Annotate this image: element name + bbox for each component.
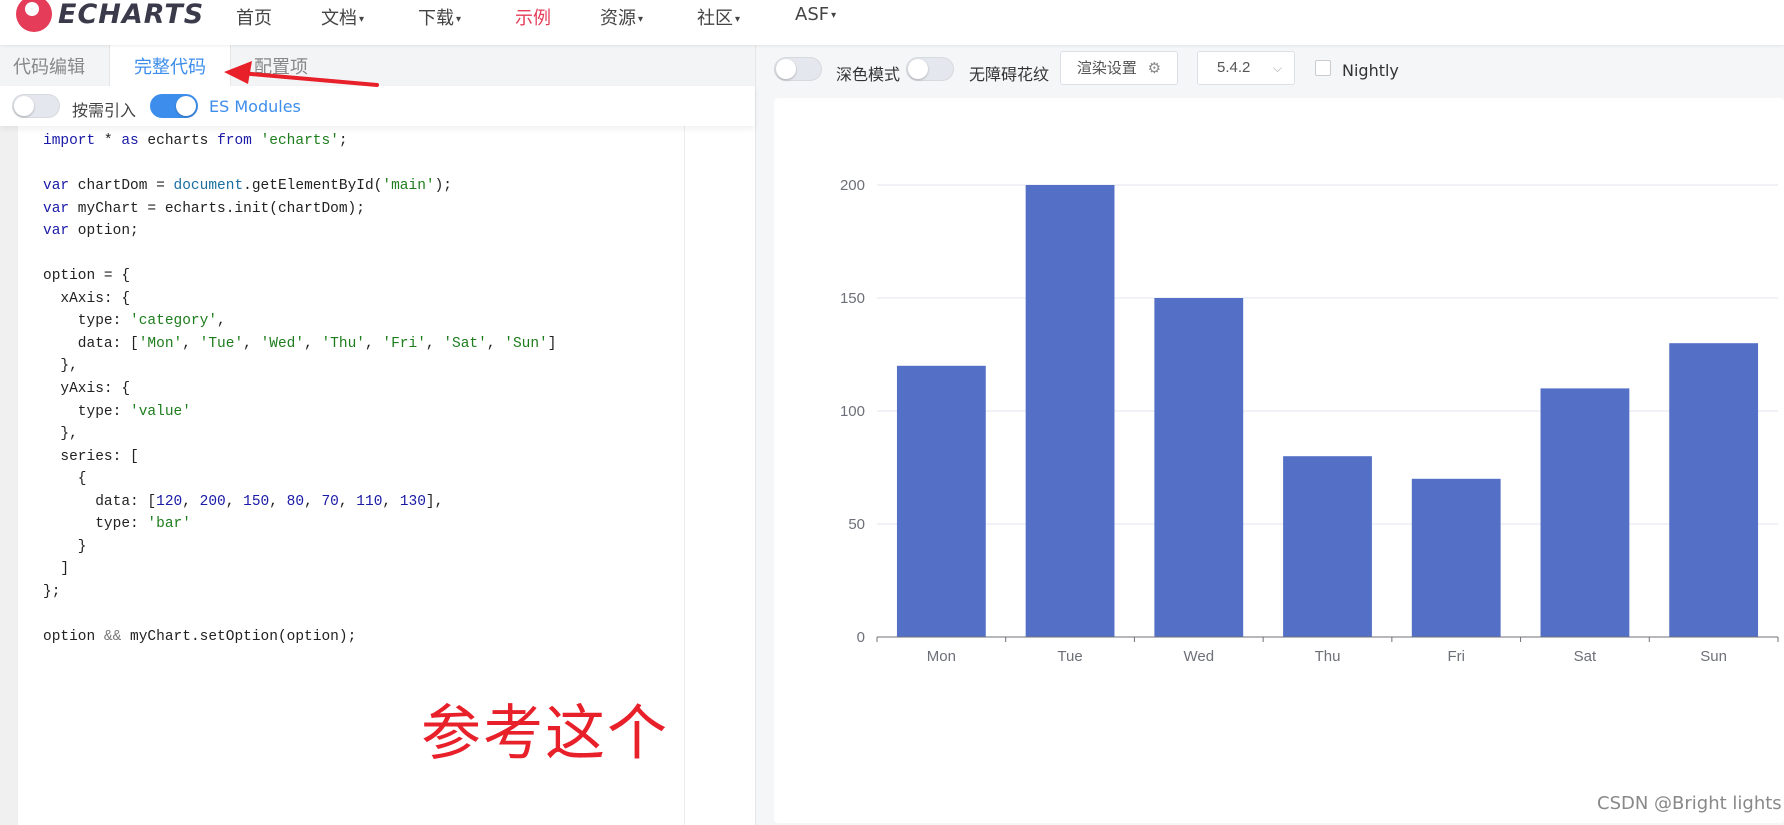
code-line: type: 'bar'	[43, 516, 191, 533]
bar-chart: 0 50 100 150 200 Mon Tue Wed Thu Fri Sat Sun	[840, 177, 1779, 665]
caret-down-icon: ▾	[638, 13, 644, 25]
y-tick-label: 200	[840, 177, 865, 194]
y-tick-label: 150	[840, 290, 865, 307]
echarts-logo[interactable]: ECHARTS	[16, 0, 204, 34]
code-gutter	[0, 126, 18, 825]
caret-down-icon: ▾	[359, 13, 365, 25]
logo-icon	[16, 0, 52, 32]
code-line: xAxis: {	[43, 290, 131, 307]
x-tick-label: Wed	[1183, 648, 1214, 665]
y-tick-label: 0	[857, 629, 865, 646]
nav-item-asf[interactable]: ASF ▾	[795, 4, 836, 25]
accessibility-label: 无障碍花纹	[969, 65, 1050, 84]
code-line: };	[43, 583, 61, 600]
code-line: },	[43, 358, 78, 375]
code-text[interactable]: import * as echarts from 'echarts'; var …	[43, 130, 556, 649]
code-line: data: [120, 200, 150, 80, 70, 110, 130],	[43, 493, 444, 510]
dark-mode-toggle[interactable]	[774, 57, 822, 81]
top-navbar: ECHARTS 首页 文档 ▾ 下载 ▾ 示例 资源 ▾ 社区 ▾ ASF ▾	[0, 0, 1784, 45]
dark-mode-label: 深色模式	[836, 65, 901, 84]
bar-thu	[1283, 456, 1372, 637]
code-line: var option;	[43, 223, 139, 240]
code-line: data: ['Mon', 'Tue', 'Wed', 'Thu', 'Fri'…	[43, 335, 557, 352]
bar-mon	[896, 365, 986, 637]
annotation-text: 参考这个	[421, 699, 669, 769]
nav-item-home[interactable]: 首页	[236, 4, 272, 30]
bar-tue	[1025, 185, 1115, 637]
code-line: import * as echarts from 'echarts';	[43, 133, 348, 149]
code-line: series: [	[43, 448, 139, 465]
editor-panel: 代码编辑 完整代码 配置项 按需引入 ES Modules import * a…	[0, 45, 756, 825]
code-line: },	[43, 426, 78, 443]
caret-down-icon: ▾	[456, 13, 462, 25]
y-tick-label: 50	[848, 516, 865, 533]
on-demand-label: 按需引入	[72, 101, 137, 120]
nightly-label: Nightly	[1342, 61, 1399, 80]
x-tick-label: Sun	[1700, 648, 1727, 665]
code-line: var chartDom = document.getElementById('…	[43, 178, 453, 195]
preview-toolbar: 深色模式 无障碍花纹 渲染设置 ⚙ 5.4.2 ⌵ Nightly	[756, 45, 1784, 95]
code-line: ]	[43, 561, 70, 578]
nav-item-community[interactable]: 社区 ▾	[697, 4, 740, 30]
code-line: }	[43, 538, 87, 555]
code-line: type: 'value'	[43, 403, 191, 420]
editor-options-row: 按需引入 ES Modules	[0, 86, 755, 126]
nightly-checkbox[interactable]	[1315, 60, 1331, 76]
es-modules-toggle[interactable]	[150, 94, 198, 118]
render-settings-button[interactable]: 渲染设置 ⚙	[1060, 51, 1178, 85]
x-tick-label: Sat	[1574, 648, 1597, 665]
chevron-down-icon: ⌵	[1272, 61, 1282, 75]
caret-down-icon: ▾	[735, 13, 741, 25]
nav-item-download[interactable]: 下载 ▾	[418, 4, 461, 30]
bar-sat	[1540, 388, 1630, 637]
logo-text: ECHARTS	[58, 0, 205, 30]
code-line: yAxis: {	[43, 381, 131, 398]
code-line: option && myChart.setOption(option);	[43, 629, 357, 646]
chart-preview: 0 50 100 150 200 Mon Tue Wed Thu Fri Sat Sun	[774, 98, 1784, 823]
version-select[interactable]: 5.4.2 ⌵	[1197, 51, 1295, 85]
nav-item-resources[interactable]: 资源 ▾	[600, 4, 643, 30]
x-tick-label: Thu	[1315, 648, 1341, 665]
caret-down-icon: ▾	[831, 9, 837, 21]
tab-full-code[interactable]: 完整代码	[109, 45, 231, 86]
y-tick-label: 100	[840, 403, 865, 420]
nav-item-docs[interactable]: 文档 ▾	[321, 4, 364, 30]
code-line: type: 'category',	[43, 313, 226, 330]
tab-code-edit[interactable]: 代码编辑	[13, 45, 85, 86]
bar-sun	[1669, 343, 1759, 637]
bar-wed	[1154, 298, 1244, 637]
x-tick-label: Mon	[927, 648, 956, 665]
watermark: CSDN @Bright lights	[1597, 793, 1782, 814]
gear-icon: ⚙	[1147, 59, 1162, 77]
x-tick-label: Tue	[1057, 648, 1082, 665]
editor-tabs: 代码编辑 完整代码 配置项	[0, 45, 755, 87]
nav-item-examples[interactable]: 示例	[515, 4, 551, 30]
bar-fri	[1411, 478, 1501, 637]
code-line: {	[43, 471, 87, 488]
code-line: option = {	[43, 268, 131, 285]
x-tick-label: Fri	[1447, 648, 1465, 665]
tab-options[interactable]: 配置项	[254, 45, 308, 86]
code-line: var myChart = echarts.init(chartDom);	[43, 200, 365, 217]
es-modules-label: ES Modules	[209, 97, 301, 116]
accessibility-toggle[interactable]	[906, 57, 954, 81]
on-demand-toggle[interactable]	[12, 94, 60, 118]
